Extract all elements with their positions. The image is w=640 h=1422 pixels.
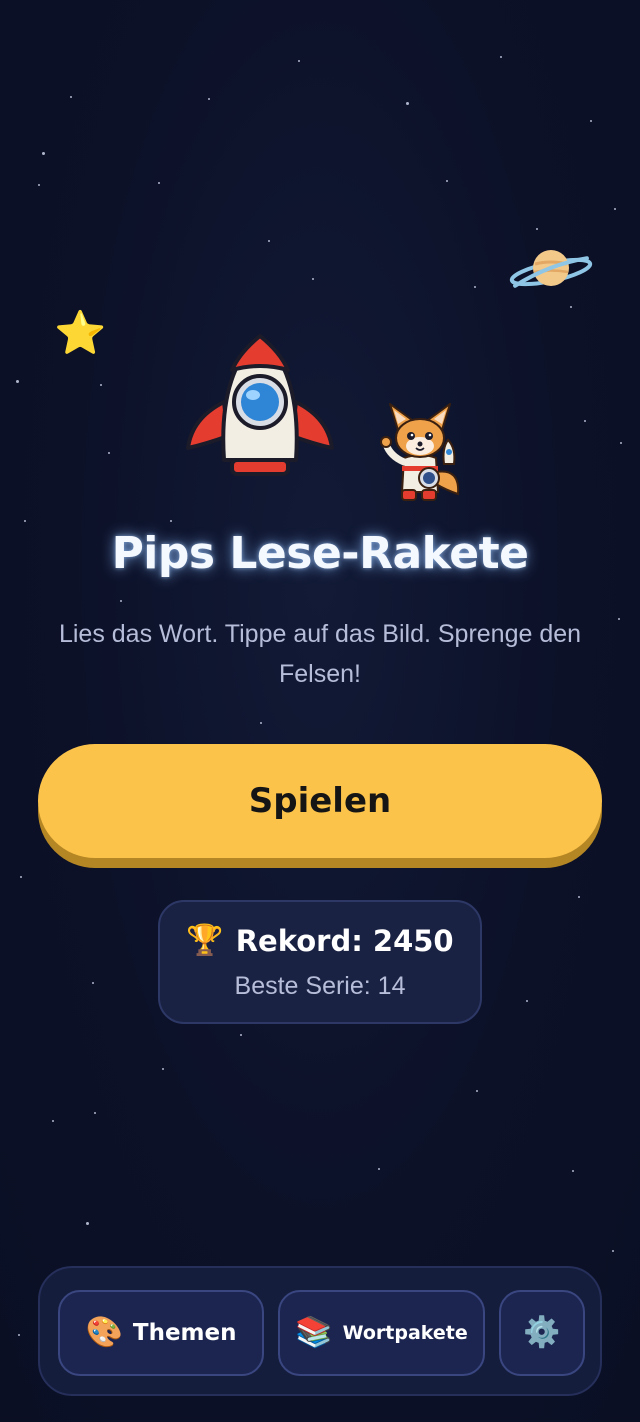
themes-label: Themen <box>132 1320 237 1346</box>
books-icon: 📚 <box>295 1315 333 1350</box>
background-star <box>406 102 409 105</box>
bottom-nav: 🎨 Themen 📚 Wortpakete ⚙️ <box>38 1266 602 1396</box>
background-star <box>500 56 502 58</box>
background-star <box>100 384 102 386</box>
record-card: 🏆 Rekord: 2450 Beste Serie: 14 <box>158 900 482 1024</box>
background-star <box>38 184 40 186</box>
background-star <box>570 306 572 308</box>
background-star <box>42 152 45 155</box>
word-packs-label: Wortpakete <box>342 1322 468 1344</box>
background-star <box>268 240 270 242</box>
background-star <box>162 1068 164 1070</box>
play-button-label: Spielen <box>248 781 392 821</box>
background-star <box>526 1000 528 1002</box>
background-star <box>86 1222 89 1225</box>
background-star <box>590 120 592 122</box>
background-star <box>16 380 19 383</box>
background-star <box>18 1334 20 1336</box>
start-screen: ⭐ Pips Lese-Rakete Lies das Wort. Tippe … <box>0 0 640 1422</box>
fox-astronaut-icon <box>380 403 460 501</box>
background-star <box>572 1170 574 1172</box>
word-packs-button[interactable]: 📚 Wortpakete <box>278 1290 485 1376</box>
background-star <box>240 1034 242 1036</box>
themes-button[interactable]: 🎨 Themen <box>58 1290 264 1376</box>
trophy-icon: 🏆 <box>186 923 224 958</box>
background-star <box>120 600 122 602</box>
record-score: Rekord: 2450 <box>235 924 454 958</box>
background-star <box>94 1112 96 1114</box>
background-star <box>378 1168 380 1170</box>
background-star <box>52 1120 54 1122</box>
background-star <box>298 60 300 62</box>
background-star <box>614 208 616 210</box>
background-star <box>92 982 94 984</box>
background-star <box>260 722 262 724</box>
saturn-icon <box>509 250 593 288</box>
background-star <box>446 180 448 182</box>
background-star <box>208 98 210 100</box>
background-star <box>312 278 314 280</box>
page-title: Pips Lese-Rakete <box>111 528 529 579</box>
background-star <box>584 420 586 422</box>
star-icon: ⭐ <box>54 308 107 357</box>
background-star <box>70 96 72 98</box>
palette-icon: 🎨 <box>85 1315 123 1350</box>
background-star <box>158 182 160 184</box>
record-line: 🏆 Rekord: 2450 <box>160 924 480 958</box>
background-star <box>578 896 580 898</box>
background-star <box>536 228 538 230</box>
play-button[interactable]: Spielen <box>38 744 602 858</box>
background-star <box>24 520 26 522</box>
background-star <box>612 1250 614 1252</box>
instructions-text: Lies das Wort. Tippe auf das Bild. Spren… <box>58 620 582 688</box>
gear-icon: ⚙️ <box>523 1315 561 1350</box>
background-star <box>108 452 110 454</box>
background-star <box>170 520 172 522</box>
rocket-icon <box>186 334 334 476</box>
background-star <box>620 442 622 444</box>
settings-button[interactable]: ⚙️ <box>499 1290 585 1376</box>
best-streak: Beste Serie: 14 <box>234 972 406 1000</box>
background-star <box>618 618 620 620</box>
background-star <box>20 876 22 878</box>
background-star <box>474 286 476 288</box>
background-star <box>476 1090 478 1092</box>
